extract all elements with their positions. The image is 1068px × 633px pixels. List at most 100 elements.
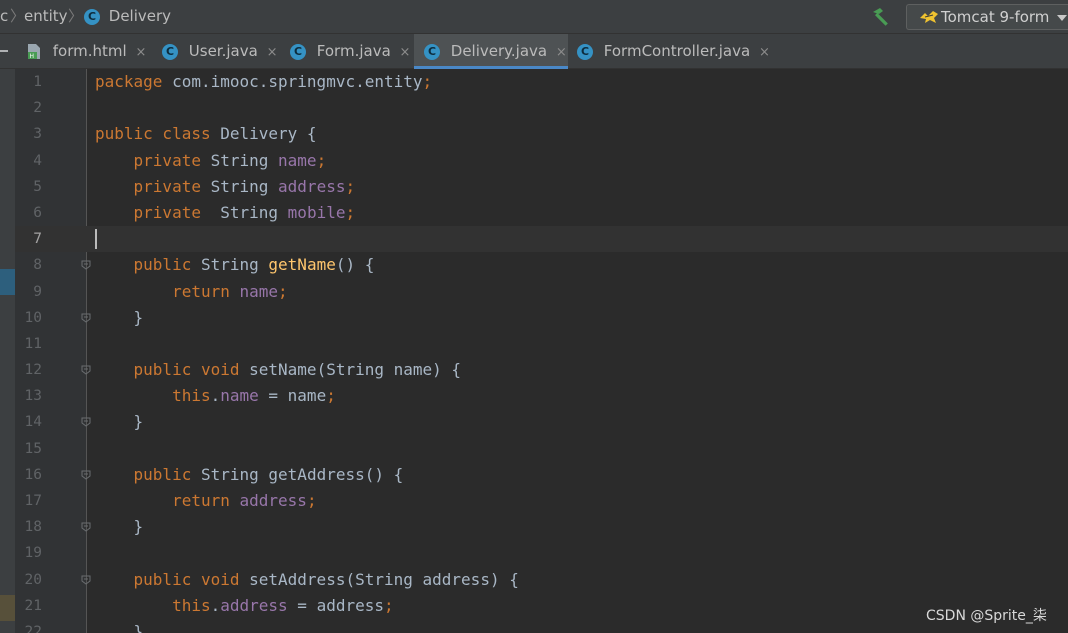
code-text: public void setAddress(String address) {: [95, 567, 519, 593]
code-token: name: [220, 386, 259, 406]
code-token: public: [133, 255, 201, 275]
tab-user-java[interactable]: C User.java ×: [162, 34, 280, 69]
code-line[interactable]: 18 }: [15, 514, 1068, 540]
hammer-icon[interactable]: [870, 7, 892, 27]
fold-marker-icon[interactable]: [80, 416, 92, 428]
code-line[interactable]: 11: [15, 331, 1068, 357]
line-number: 2: [33, 100, 42, 117]
code-token: address: [278, 176, 346, 196]
line-number: 12: [24, 362, 42, 379]
tab-form-java[interactable]: C Form.java ×: [290, 34, 412, 69]
code-token: address: [220, 595, 288, 615]
fold-marker-icon[interactable]: [80, 259, 92, 271]
breadcrumb-item-delivery[interactable]: C Delivery: [84, 0, 171, 34]
code-line[interactable]: 20 public void setAddress(String address…: [15, 567, 1068, 593]
code-line[interactable]: 13 this.name = name;: [15, 383, 1068, 409]
line-number: 18: [24, 519, 42, 536]
fold-marker-icon[interactable]: [80, 364, 92, 376]
line-number: 21: [24, 597, 42, 614]
code-token: return: [172, 491, 240, 510]
code-token: public void: [133, 360, 250, 380]
code-text: private String name;: [95, 148, 327, 174]
tab-form-html[interactable]: H form.html ×: [26, 34, 154, 69]
line-number: 3: [33, 126, 42, 143]
code-lines[interactable]: 1 package com.imooc.springmvc.entity; 2 3 pu…: [15, 69, 1068, 633]
code-line[interactable]: 15: [15, 436, 1068, 462]
close-icon[interactable]: ×: [267, 45, 278, 60]
line-number: 20: [24, 571, 42, 588]
code-line[interactable]: 3 public class Delivery {: [15, 121, 1068, 147]
breadcrumb-separator-icon: 〉: [10, 7, 26, 25]
breadcrumb-item-entity[interactable]: entity: [24, 0, 68, 34]
line-number: 19: [24, 545, 42, 562]
code-line[interactable]: 14 }: [15, 409, 1068, 435]
breadcrumb-item-label: Delivery: [108, 7, 172, 25]
code-text: this.name = name;: [95, 383, 336, 409]
code-text: public void setName(String name) {: [95, 357, 462, 383]
code-token: name: [239, 281, 279, 301]
code-token: com.imooc.springmvc.entity: [172, 72, 423, 91]
code-line[interactable]: 19: [15, 540, 1068, 566]
code-line[interactable]: 22 }: [15, 619, 1068, 633]
code-token: () {: [335, 255, 375, 275]
code-line[interactable]: 12 public void setName(String name) {: [15, 357, 1068, 383]
code-token: public void: [133, 569, 250, 589]
code-token: public class: [95, 124, 221, 144]
code-line[interactable]: 2: [15, 95, 1068, 121]
code-line[interactable]: 6 private String mobile;: [15, 200, 1068, 226]
line-number: 4: [33, 152, 42, 169]
close-icon[interactable]: ×: [135, 45, 146, 60]
tab-delivery-java[interactable]: C Delivery.java ×: [414, 34, 568, 69]
code-token: .: [210, 386, 221, 406]
close-icon[interactable]: ×: [400, 45, 411, 60]
java-class-icon: C: [577, 43, 593, 60]
code-token: mobile: [287, 202, 346, 222]
tool-window-button[interactable]: [0, 269, 15, 295]
close-icon[interactable]: ×: [759, 45, 770, 60]
code-text: return name;: [95, 279, 288, 305]
navigation-bar: c 〉 entity 〉 C Delivery Tomcat 9-form: [0, 0, 1068, 34]
editor-tab-bar: H form.html × C User.java × C Form.java …: [0, 34, 1068, 69]
code-line[interactable]: 8 public String getName() {: [15, 252, 1068, 278]
line-number: 13: [24, 388, 42, 405]
code-token: = address: [287, 595, 384, 615]
close-icon[interactable]: ×: [556, 45, 567, 60]
tab-formcontroller-java[interactable]: C FormController.java ×: [577, 34, 777, 69]
tool-window-button[interactable]: [0, 595, 15, 621]
code-line[interactable]: 17 return address;: [15, 488, 1068, 514]
code-line[interactable]: 5 private String address;: [15, 174, 1068, 200]
fold-marker-icon[interactable]: [80, 312, 92, 324]
code-line[interactable]: 21 this.address = address;: [15, 593, 1068, 619]
fold-marker-icon[interactable]: [80, 521, 92, 533]
code-token: private: [133, 150, 211, 170]
code-editor[interactable]: 1 package com.imooc.springmvc.entity; 2 3 pu…: [0, 69, 1068, 633]
line-number: 7: [33, 231, 42, 248]
code-token: name: [278, 150, 317, 170]
fold-marker-icon[interactable]: [80, 469, 92, 481]
code-token: ;: [306, 491, 317, 510]
code-line[interactable]: 16 public String getAddress() {: [15, 462, 1068, 488]
code-line[interactable]: 9 return name;: [15, 279, 1068, 305]
code-line[interactable]: 1 package com.imooc.springmvc.entity;: [15, 69, 1068, 95]
line-number: 1: [33, 74, 42, 90]
code-token: }: [95, 621, 144, 633]
text-cursor: [95, 229, 97, 250]
code-line[interactable]: 4 private String name;: [15, 148, 1068, 174]
line-number: 17: [24, 493, 42, 509]
run-configuration-selector[interactable]: Tomcat 9-form: [906, 4, 1068, 30]
code-token: String: [200, 255, 269, 275]
fold-marker-icon[interactable]: [80, 574, 92, 586]
code-line[interactable]: 10 }: [15, 305, 1068, 331]
code-line[interactable]: 7: [15, 226, 1068, 253]
line-number: 6: [33, 204, 42, 221]
breadcrumb-partial[interactable]: c: [0, 0, 8, 34]
code-token: () {: [364, 464, 404, 484]
code-token: ;: [384, 595, 394, 615]
minus-icon[interactable]: [0, 50, 8, 52]
chevron-down-icon: [1057, 15, 1067, 21]
